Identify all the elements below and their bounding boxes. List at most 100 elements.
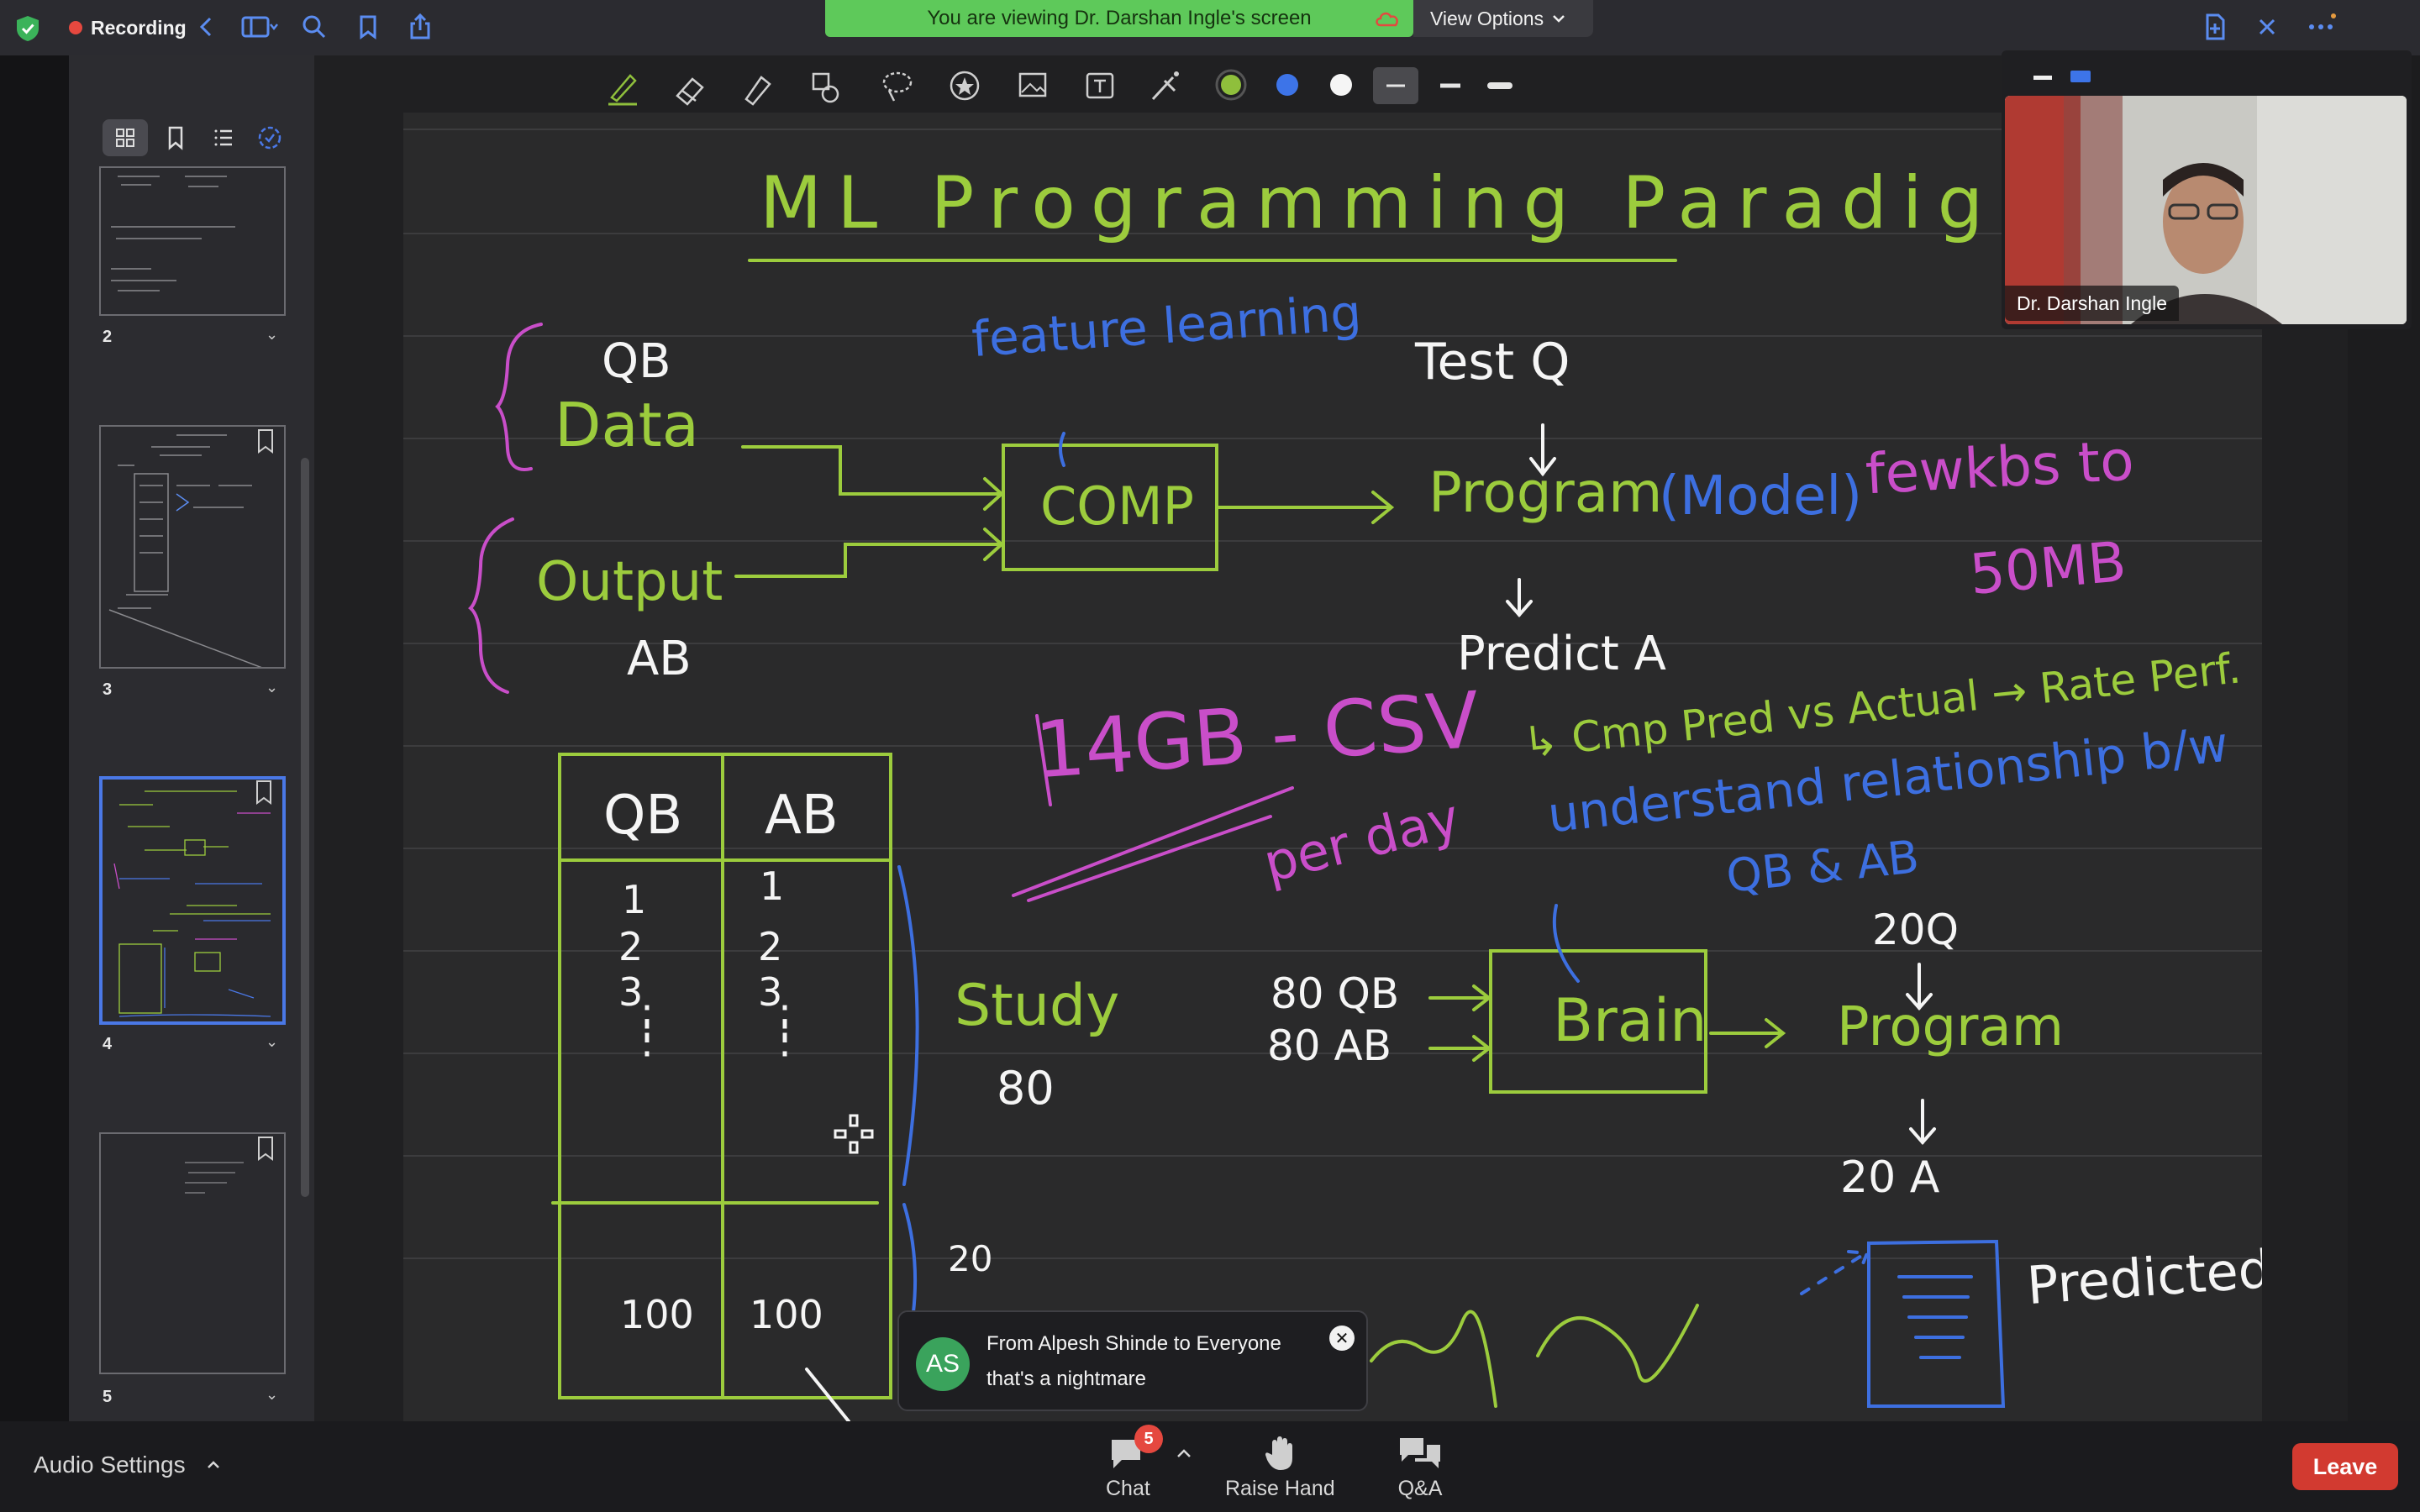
thumbnail-page-number: 4 [103, 1035, 113, 1053]
page-thumbnail[interactable] [99, 425, 286, 671]
image-icon[interactable] [1018, 72, 1047, 97]
table-cell: 2 [618, 924, 644, 969]
annotation-toolbar [608, 67, 1512, 106]
audio-settings-label: Audio Settings [34, 1452, 186, 1478]
table-ellipsis: ⋮ ⋮ [765, 997, 805, 1063]
qa-label: Q&A [1397, 1477, 1443, 1500]
raise-hand-button[interactable]: Raise Hand [1225, 1435, 1335, 1501]
eighty-ab-label: 80 AB [1267, 1021, 1392, 1070]
study-label: Study [955, 973, 1120, 1039]
hand-icon [1265, 1436, 1293, 1470]
whiteboard-canvas[interactable]: ML Programming Paradigm feature learning… [403, 113, 2262, 1421]
minimize-icon [2033, 76, 2052, 80]
twenty-q-label: 20Q [1872, 906, 1959, 954]
page-thumbnail[interactable] [99, 166, 286, 316]
bookmark-icon[interactable] [353, 12, 383, 42]
avatar: AS [916, 1337, 970, 1391]
thumbnail-preview [113, 790, 271, 1017]
bookmark-icon[interactable] [255, 427, 276, 455]
table-cell: 100 [620, 1292, 694, 1337]
text-tool-icon[interactable] [1086, 72, 1114, 99]
chevron-left-icon[interactable] [192, 12, 222, 42]
top-bar: Recording You are viewing Dr. Darshan In… [0, 0, 2420, 55]
cloud-icon [1376, 12, 1398, 27]
chat-unread-badge: 5 [1134, 1425, 1163, 1453]
chevron-up-icon[interactable] [1175, 1446, 1193, 1460]
pen-tool-icon[interactable] [608, 74, 637, 106]
banner-text: You are viewing Dr. Darshan Ingle's scre… [927, 7, 1312, 29]
shapes-icon[interactable] [812, 72, 839, 103]
list-icon [214, 129, 232, 146]
video-layout-controls[interactable] [2032, 67, 2099, 87]
recording-dot-icon [69, 21, 82, 34]
qa-icon [1400, 1438, 1440, 1468]
data-label: Data [555, 390, 699, 460]
table-cell: 1 [622, 877, 647, 922]
thumbnail-preview [108, 434, 270, 671]
participant-name-label: Dr. Darshan Ingle [2005, 286, 2179, 321]
program-model-label: Program [1428, 460, 1663, 525]
table-ellipsis: ⋮ ⋮ [627, 997, 667, 1063]
recording-label: Recording [91, 16, 187, 39]
screen-share-banner: You are viewing Dr. Darshan Ingle's scre… [825, 0, 1413, 37]
sidebar-toggle-icon[interactable] [240, 12, 279, 42]
bookmark-icon [168, 126, 183, 150]
chevron-down-icon[interactable]: ⌄ [266, 679, 278, 696]
lasso-icon[interactable] [882, 71, 913, 102]
test-q-label: Test Q [1415, 333, 1570, 391]
bookmark-icon[interactable] [254, 778, 274, 806]
eraser-icon[interactable] [676, 77, 704, 106]
chevron-down-icon[interactable]: ⌄ [266, 326, 278, 344]
twenty-label: 20 [948, 1238, 993, 1279]
thumbnail-tab-bar [103, 119, 296, 156]
color-swatch-white[interactable] [1330, 74, 1352, 96]
table-header-ab: AB [765, 785, 839, 847]
outline-tab[interactable] [202, 119, 247, 156]
chevron-down-icon[interactable]: ⌄ [266, 1033, 278, 1051]
recording-indicator[interactable]: Recording [69, 15, 187, 40]
grid-view-tab[interactable] [103, 119, 148, 156]
leave-button[interactable]: Leave [2292, 1443, 2398, 1490]
more-options-icon[interactable] [2306, 12, 2336, 42]
audio-settings-button[interactable]: Audio Settings [34, 1452, 221, 1478]
color-swatch-green[interactable] [1221, 75, 1241, 95]
view-options-button[interactable]: View Options [1413, 0, 1593, 37]
thumbnail-scrollbar[interactable] [301, 458, 309, 1197]
qa-button[interactable]: Q&A [1397, 1435, 1444, 1501]
close-icon[interactable] [2252, 12, 2282, 42]
bookmarks-tab[interactable] [153, 119, 198, 156]
qb-label: QB [602, 334, 671, 389]
page-thumbnail[interactable] [99, 1132, 286, 1374]
output-label: Output [536, 551, 723, 613]
close-icon[interactable]: ✕ [1329, 1326, 1355, 1351]
move-cursor-icon [834, 1114, 874, 1154]
laser-pointer-icon[interactable] [1151, 71, 1179, 101]
whiteboard-title: ML Programming Paradigm [760, 161, 2085, 245]
add-page-icon[interactable] [2200, 12, 2230, 42]
ab-label: AB [627, 632, 692, 686]
table-cell: 2 [758, 924, 783, 969]
chat-message: that's a nightmare [986, 1368, 1147, 1390]
chevron-up-icon[interactable] [206, 1460, 221, 1470]
twenty-a-label: 20 A [1840, 1152, 1940, 1203]
shield-icon[interactable] [15, 15, 40, 42]
highlighter-icon[interactable] [744, 76, 771, 106]
chevron-down-icon[interactable]: ⌄ [266, 1386, 278, 1404]
page-thumbnail-active[interactable] [99, 776, 286, 1025]
sticker-icon[interactable] [950, 71, 980, 101]
comp-label: COMP [1040, 475, 1194, 537]
program-label: Program [1837, 996, 2065, 1058]
color-swatch-blue[interactable] [1276, 74, 1298, 96]
sync-tab[interactable] [247, 119, 292, 156]
thumbnail-page-number: 2 [103, 328, 113, 346]
chat-notification[interactable]: AS From Alpesh Shinde to Everyone that's… [897, 1310, 1368, 1411]
thumbnail-page-number: 5 [103, 1388, 113, 1406]
predict-a-label: Predict A [1457, 627, 1666, 681]
zoom-window: Recording You are viewing Dr. Darshan In… [0, 0, 2420, 1512]
share-icon[interactable] [405, 12, 435, 42]
search-icon[interactable] [299, 12, 329, 42]
raise-hand-label: Raise Hand [1225, 1477, 1335, 1500]
table-header-qb: QB [603, 785, 683, 847]
bookmark-icon[interactable] [255, 1134, 276, 1163]
sync-icon [258, 126, 281, 150]
